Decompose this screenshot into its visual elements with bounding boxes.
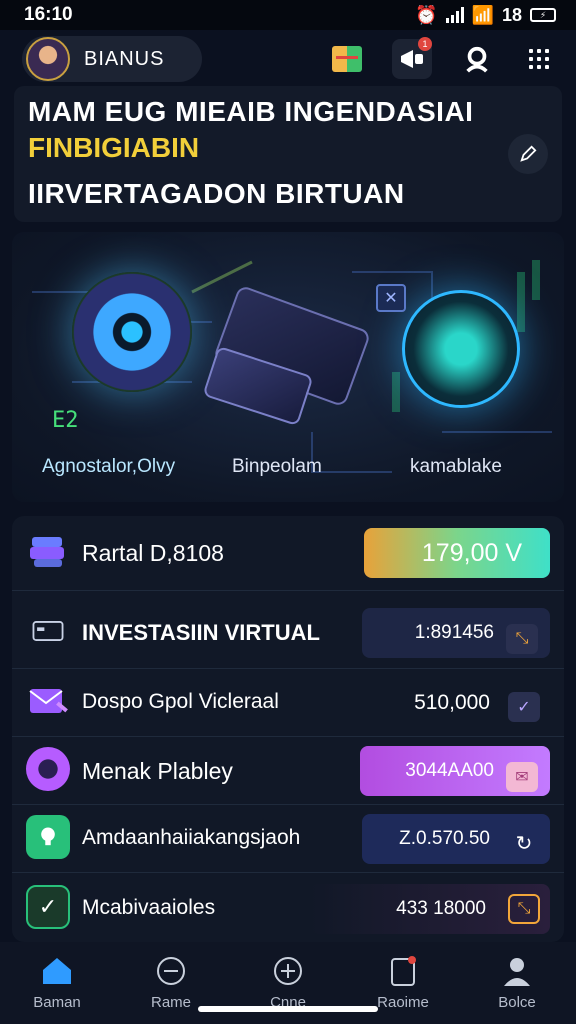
nav-home[interactable]: Baman [12, 954, 102, 1011]
grid-menu-icon [529, 49, 549, 69]
list-item[interactable]: Amdaanhaiiakangsjaoh Z.0.570.50 ↻ [12, 806, 564, 868]
list-item-value[interactable]: 179,00 V [364, 528, 550, 578]
list-item-label: Rartal D,8108 [82, 540, 224, 566]
divider [12, 804, 564, 805]
nav-label: Bolce [498, 994, 536, 1011]
clock: 16:10 [24, 4, 73, 25]
nav-label: Baman [33, 994, 81, 1011]
plus-circle-icon [274, 957, 302, 985]
nav-item-5[interactable]: Bolce [472, 954, 562, 1011]
notification-button[interactable]: 1 [392, 37, 432, 79]
divider [12, 872, 564, 873]
nav-item-4[interactable]: Raoime [358, 954, 448, 1011]
envelope-small-icon[interactable]: ✉ [506, 762, 538, 792]
status-bar: 16:10 ⏰ 📶 18 ⚡ [0, 0, 576, 30]
notification-badge: 1 [418, 37, 432, 51]
status-icons: ⏰ 📶 18 ⚡ [415, 5, 556, 26]
divider [12, 590, 564, 591]
menu-button[interactable] [522, 42, 556, 76]
list-item[interactable]: Rartal D,8108 179,00 V [12, 520, 564, 582]
expand-icon[interactable]: ⤡ [506, 624, 538, 654]
shield-badge-icon [26, 815, 70, 859]
clipboard-icon [391, 956, 416, 986]
illustration-label-1: Agnostalor,Olvy [42, 456, 176, 477]
list-item[interactable]: Dospo Gpol Vicleraal 510,000 ✓ [12, 670, 564, 732]
alarm-icon: ⏰ [415, 4, 438, 25]
nav-label: Rame [150, 994, 191, 1011]
hero-subtitle: IIRVERTAGADON BIRTUAN [28, 178, 405, 209]
minus-circle-icon [157, 957, 185, 985]
target-circle-icon [26, 747, 70, 791]
list-item[interactable]: ✓ Mcabivaaioles 433 18000 ⤡ [12, 876, 564, 938]
list-item[interactable]: Menak Plabley 3044AA00 ✉ [12, 738, 564, 800]
divider [12, 736, 564, 737]
card-reader-icon [26, 609, 70, 653]
expand-icon[interactable]: ⤡ [508, 894, 540, 924]
search-user-button[interactable] [460, 42, 494, 76]
home-indicator[interactable] [198, 1006, 378, 1012]
edit-button[interactable] [508, 134, 548, 174]
list-item-label: Menak Plabley [82, 758, 233, 784]
list-item-label: Mcabivaaioles [82, 896, 216, 919]
profile-name: BIANUS [84, 47, 165, 70]
close-x-icon: ✕ [376, 284, 406, 312]
list-item[interactable]: INVESTASIIN VIRTUAL 1:891456 ⤡ [12, 600, 564, 662]
wallet-stack-icon [26, 529, 70, 573]
divider [12, 668, 564, 669]
envelope-icon [26, 679, 70, 723]
illustration-label-2: Binpeolam [232, 456, 322, 477]
megaphone-icon [401, 50, 423, 68]
battery-level: 18 [501, 4, 522, 25]
crypto-orb-graphic [402, 290, 520, 408]
list-item-label: Amdaanhaiiakangsjaoh [82, 826, 301, 849]
vinyl-disc-graphic [72, 272, 192, 392]
signal-icon [445, 7, 464, 23]
list-item-label: INVESTASIIN VIRTUAL [82, 620, 320, 645]
user-search-icon [466, 46, 488, 73]
pencil-icon [520, 145, 537, 162]
refresh-icon[interactable]: ↻ [508, 828, 540, 858]
profile-chip[interactable]: BIANUS [22, 36, 202, 82]
check-icon[interactable]: ✓ [508, 692, 540, 722]
avatar[interactable] [26, 37, 70, 81]
hero-card: MAM EUG MIEAIB INGENDASIAI FINBIGIABIN I… [14, 86, 562, 222]
person-icon [504, 958, 530, 986]
investment-list: Rartal D,8108 179,00 V INVESTASIIN VIRTU… [12, 516, 564, 942]
ticker-text: E2 [52, 408, 79, 433]
nav-label: Raoime [377, 994, 429, 1011]
home-icon [43, 958, 71, 984]
checkbox-icon: ✓ [26, 885, 70, 929]
illustration-label-3: kamablake [410, 456, 502, 477]
hero-highlight: FINBIGIABIN [28, 132, 200, 163]
battery-icon: ⚡ [530, 8, 556, 22]
chart-icon[interactable] [332, 46, 362, 72]
hero-title: MAM EUG MIEAIB INGENDASIAI [28, 96, 474, 127]
top-bar: BIANUS 1 [0, 34, 576, 84]
wifi-icon: 📶 [471, 4, 494, 25]
hero-illustration: ✕ E2 Agnostalor,Olvy Binpeolam kamablake [12, 232, 564, 502]
nav-item-2[interactable]: Rame [126, 954, 216, 1011]
nav-item-3[interactable]: Cnne [243, 954, 333, 1011]
list-item-label: Dospo Gpol Vicleraal [82, 690, 279, 713]
